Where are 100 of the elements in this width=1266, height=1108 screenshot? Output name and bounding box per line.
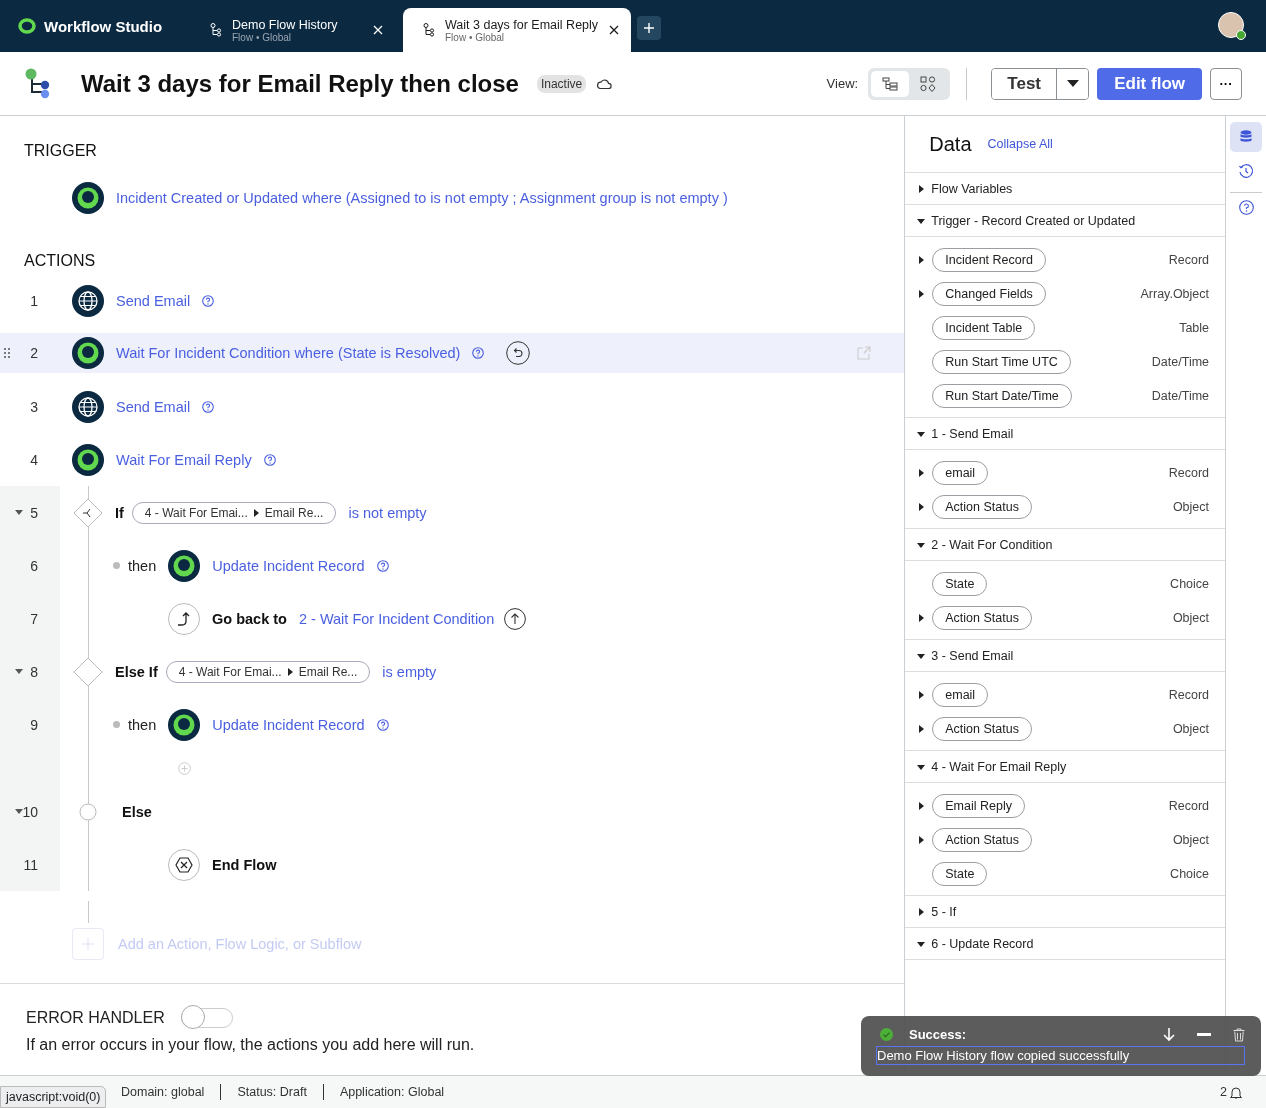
- help-icon[interactable]: [202, 294, 215, 307]
- online-status-icon: [1236, 30, 1246, 40]
- section-header[interactable]: Trigger - Record Created or Updated: [905, 205, 1226, 237]
- section-header[interactable]: 5 - If: [905, 896, 1226, 928]
- caret-icon: [1066, 80, 1079, 87]
- diamond-icon: [73, 656, 103, 687]
- caret-icon[interactable]: [919, 503, 925, 511]
- section-header[interactable]: 4 - Wait For Email Reply: [905, 751, 1226, 783]
- caret-icon: [287, 667, 293, 676]
- section-header[interactable]: 2 - Wait For Condition: [905, 529, 1226, 561]
- database-icon: [1240, 130, 1252, 144]
- data-type: Array.Object: [1140, 287, 1210, 301]
- undo-icon[interactable]: [506, 341, 531, 365]
- selected-step-row[interactable]: 2 Wait For Incident Condition where (State is Resolved): [0, 333, 905, 373]
- link-preview-tooltip: javascript:void(0): [0, 1086, 107, 1108]
- plus-icon: [82, 938, 94, 950]
- go-back-target-link[interactable]: 2 - Wait For Incident Condition: [298, 610, 495, 627]
- branch-dot: [113, 721, 120, 728]
- action-link[interactable]: Update Incident Record: [212, 716, 365, 733]
- tab-title: Demo Flow History: [232, 17, 339, 32]
- caret-icon[interactable]: [919, 256, 925, 264]
- drag-handle-icon[interactable]: [4, 348, 10, 358]
- caret-icon[interactable]: [919, 469, 925, 477]
- data-type: Object: [1172, 611, 1210, 625]
- new-tab-button[interactable]: [637, 16, 661, 40]
- pill-text: 4 - Wait For Emai...: [178, 664, 282, 679]
- section-header[interactable]: Flow Variables: [905, 173, 1226, 205]
- status-text: Application: Global: [339, 1085, 445, 1099]
- flow-tab[interactable]: Wait 3 days for Email Reply Flow • Global: [403, 8, 631, 52]
- caret-icon[interactable]: [919, 691, 925, 699]
- collapse-all-link[interactable]: Collapse All: [987, 137, 1053, 151]
- data-type: Record: [1168, 688, 1210, 702]
- app-name: Workflow Studio: [44, 17, 163, 35]
- line-number: 5: [30, 504, 38, 521]
- line-number: 4: [30, 451, 38, 468]
- more-button[interactable]: ···: [1210, 67, 1242, 100]
- caret-icon[interactable]: [919, 836, 925, 844]
- flow-tab[interactable]: Demo Flow History Flow • Global: [190, 8, 395, 52]
- caret-icon[interactable]: [919, 725, 925, 733]
- action-link[interactable]: Wait For Email Reply: [116, 451, 252, 468]
- ring-node-icon: [72, 182, 104, 214]
- condition-link[interactable]: is not empty: [348, 504, 427, 521]
- help-icon[interactable]: [376, 718, 389, 731]
- section-header[interactable]: 1 - Send Email: [905, 418, 1226, 450]
- ring-node-icon: [168, 549, 201, 582]
- data-type: Date/Time: [1151, 389, 1210, 403]
- error-handler-toggle[interactable]: [180, 1008, 233, 1028]
- section-title: Trigger - Record Created or Updated: [931, 213, 1136, 228]
- caret-icon[interactable]: [919, 802, 925, 810]
- data-button[interactable]: [1230, 122, 1262, 152]
- caret-icon[interactable]: [15, 669, 23, 674]
- caret-icon[interactable]: [15, 510, 23, 515]
- help-icon[interactable]: [263, 453, 276, 466]
- globe-node-icon: [72, 390, 104, 423]
- trigger-link[interactable]: Incident Created or Updated where (Assigned to is not empty ; Assignment group is not empty ): [116, 190, 728, 206]
- section-title: 5 - If: [931, 904, 957, 919]
- caret-icon[interactable]: [15, 809, 23, 814]
- down-arrow-icon[interactable]: [1163, 1027, 1175, 1042]
- section-title: 1 - Send Email: [931, 426, 1014, 441]
- tree-view-button[interactable]: [871, 70, 910, 97]
- action-link[interactable]: Send Email: [116, 398, 191, 415]
- action-link[interactable]: Send Email: [116, 292, 191, 309]
- line-number: 2: [30, 345, 38, 361]
- cloud-icon: [596, 77, 613, 90]
- line-number: 7: [30, 610, 38, 627]
- bell-icon[interactable]: [1230, 1085, 1242, 1099]
- action-link[interactable]: Update Incident Record: [212, 557, 365, 574]
- line-number: 9: [30, 716, 38, 733]
- condition-link[interactable]: is empty: [382, 663, 437, 680]
- line-number: 11: [23, 856, 38, 873]
- data-type: Choice: [1170, 577, 1210, 591]
- action-link[interactable]: Wait For Incident Condition where (State is Resolved): [116, 345, 461, 361]
- pill-text: Email Re...: [298, 664, 358, 679]
- line-number: 1: [30, 292, 38, 309]
- end-flow-icon: [168, 848, 200, 881]
- help-icon[interactable]: [202, 400, 215, 413]
- trash-icon[interactable]: [1233, 1027, 1245, 1042]
- tab-title: Wait 3 days for Email Reply: [445, 17, 599, 32]
- toast-title: Success:: [909, 1027, 967, 1042]
- history-icon: [1238, 163, 1254, 179]
- avatar[interactable]: [1218, 12, 1244, 38]
- help-icon[interactable]: [472, 347, 485, 359]
- status-text: Status: Draft: [237, 1085, 307, 1099]
- tab-subtitle: Flow • Global: [445, 31, 505, 43]
- help-icon[interactable]: [376, 559, 389, 572]
- error-handler-description: If an error occurs in your flow, the actions you add here will run.: [26, 1036, 476, 1054]
- tree-view-icon: [882, 76, 899, 91]
- close-icon[interactable]: [609, 25, 619, 35]
- edit-flow-button[interactable]: Edit flow: [1097, 67, 1202, 100]
- status-badge: Inactive: [536, 74, 587, 93]
- line-number: 8: [30, 663, 38, 680]
- caret-icon[interactable]: [919, 614, 925, 622]
- globe-node-icon: [72, 284, 104, 317]
- diagram-view-icon: [920, 75, 937, 92]
- section-header[interactable]: 6 - Update Record: [905, 928, 1226, 960]
- test-button[interactable]: Test: [992, 68, 1058, 99]
- then-label: then: [128, 716, 157, 733]
- section-header[interactable]: 3 - Send Email: [905, 640, 1226, 672]
- caret-icon: [253, 508, 259, 517]
- caret-icon[interactable]: [919, 290, 925, 298]
